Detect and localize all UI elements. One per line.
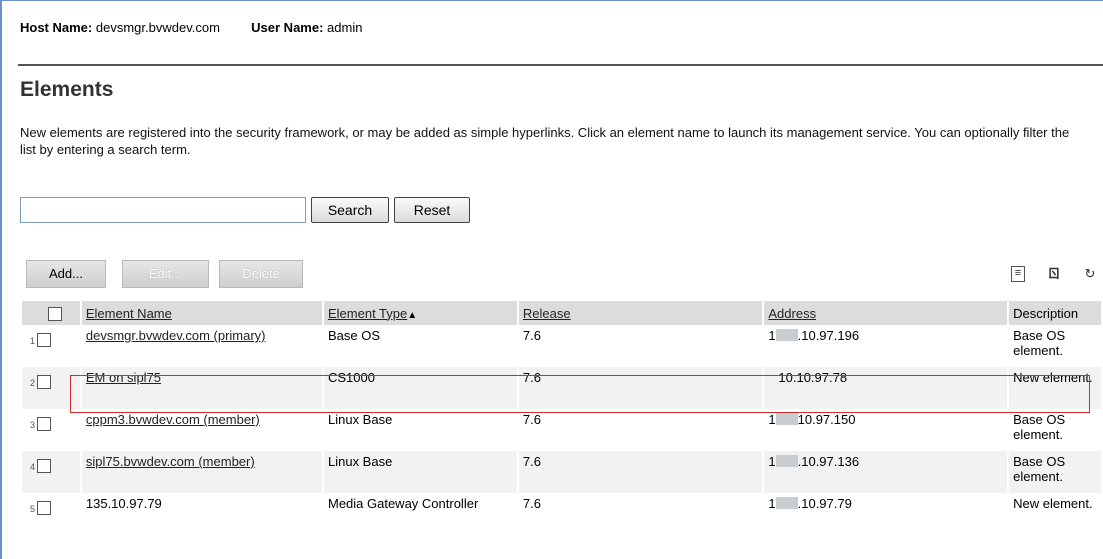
host-name-label: Host Name: xyxy=(20,20,93,35)
description-cell: Base OS element. xyxy=(1008,325,1103,367)
table-row[interactable]: 4 sipl75.bvwdev.com (member) Linux Base … xyxy=(22,451,1103,493)
element-type-cell: Media Gateway Controller xyxy=(322,493,519,535)
highlight-annotation-box xyxy=(70,375,1090,413)
sort-ascending-icon: ▲ xyxy=(407,309,418,321)
col-header-release[interactable]: Release xyxy=(517,301,765,325)
element-name-cell: 135.10.97.79 xyxy=(80,493,324,535)
search-button[interactable]: Search xyxy=(311,197,389,223)
select-all-cell xyxy=(22,301,82,325)
row-checkbox[interactable] xyxy=(37,333,52,347)
row-index: 4 xyxy=(22,451,82,493)
element-name-cell: sipl75.bvwdev.com (member) xyxy=(80,451,324,493)
element-name-link[interactable]: devsmgr.bvwdev.com (primary) xyxy=(86,328,266,343)
element-type-cell: Linux Base xyxy=(322,451,519,493)
description-cell: New element. xyxy=(1008,493,1103,535)
element-name-link[interactable]: sipl75.bvwdev.com (member) xyxy=(86,454,255,469)
element-type-cell: Linux Base xyxy=(322,409,519,451)
host-info-bar: Host Name: devsmgr.bvwdev.com User Name:… xyxy=(20,20,362,35)
elements-table: Element Name Element Type▲ Release Addre… xyxy=(22,301,1103,535)
select-all-checkbox[interactable] xyxy=(48,306,62,321)
release-cell: 7.6 xyxy=(517,325,765,367)
page-description: New elements are registered into the sec… xyxy=(20,125,1070,157)
row-checkbox[interactable] xyxy=(37,375,52,389)
element-name-cell: cppm3.bvwdev.com (member) xyxy=(80,409,324,451)
col-header-address[interactable]: Address xyxy=(763,301,1010,325)
row-index: 3 xyxy=(22,409,82,451)
refresh-icon[interactable]: ↻ xyxy=(1082,266,1098,282)
delete-button[interactable]: Delete xyxy=(219,260,303,288)
window-border-top xyxy=(0,0,1103,1)
address-cell: 1 10.97.150 xyxy=(763,409,1010,451)
row-checkbox[interactable] xyxy=(37,459,52,473)
table-row[interactable]: 5 135.10.97.79 Media Gateway Controller … xyxy=(22,493,1103,535)
element-type-cell: Base OS xyxy=(322,325,519,367)
redacted-address-part xyxy=(775,497,798,509)
user-name-label: User Name: xyxy=(251,20,324,35)
release-cell: 7.6 xyxy=(517,451,765,493)
table-header-row: Element Name Element Type▲ Release Addre… xyxy=(22,301,1103,325)
search-input[interactable] xyxy=(20,197,306,223)
row-checkbox[interactable] xyxy=(37,501,52,515)
address-cell: 1.10.97.196 xyxy=(763,325,1010,367)
redacted-address-part xyxy=(775,329,798,341)
table-row[interactable]: 3 cppm3.bvwdev.com (member) Linux Base 7… xyxy=(22,409,1103,451)
redacted-address-part xyxy=(775,455,798,467)
release-cell: 7.6 xyxy=(517,493,765,535)
address-cell: 1.10.97.136 xyxy=(763,451,1010,493)
window-border-left xyxy=(0,0,2,559)
element-name-link[interactable]: cppm3.bvwdev.com (member) xyxy=(86,412,260,427)
user-name-value: admin xyxy=(327,20,363,35)
page-title: Elements xyxy=(20,78,114,101)
list-view-icon[interactable]: ≡ xyxy=(1011,266,1025,282)
description-cell: Base OS element. xyxy=(1008,409,1103,451)
row-index: 1 xyxy=(22,325,82,367)
col-header-element-type[interactable]: Element Type▲ xyxy=(322,301,519,325)
element-name-cell: devsmgr.bvwdev.com (primary) xyxy=(80,325,324,367)
columns-icon[interactable]: ㄖ xyxy=(1046,266,1062,282)
col-header-description[interactable]: Description xyxy=(1008,301,1103,325)
reset-button[interactable]: Reset xyxy=(394,197,470,223)
col-header-element-name[interactable]: Element Name xyxy=(80,301,324,325)
address-cell: 1.10.97.79 xyxy=(763,493,1010,535)
row-checkbox[interactable] xyxy=(37,417,52,431)
add-button[interactable]: Add... xyxy=(26,260,106,288)
row-index: 5 xyxy=(22,493,82,535)
edit-button[interactable]: Edit... xyxy=(122,260,209,288)
host-name-value: devsmgr.bvwdev.com xyxy=(95,20,220,35)
header-divider xyxy=(18,64,1103,66)
redacted-address-part xyxy=(775,413,798,425)
table-row[interactable]: 1 devsmgr.bvwdev.com (primary) Base OS 7… xyxy=(22,325,1103,367)
element-name-text: 135.10.97.79 xyxy=(85,496,162,511)
release-cell: 7.6 xyxy=(517,409,765,451)
description-cell: Base OS element. xyxy=(1008,451,1103,493)
